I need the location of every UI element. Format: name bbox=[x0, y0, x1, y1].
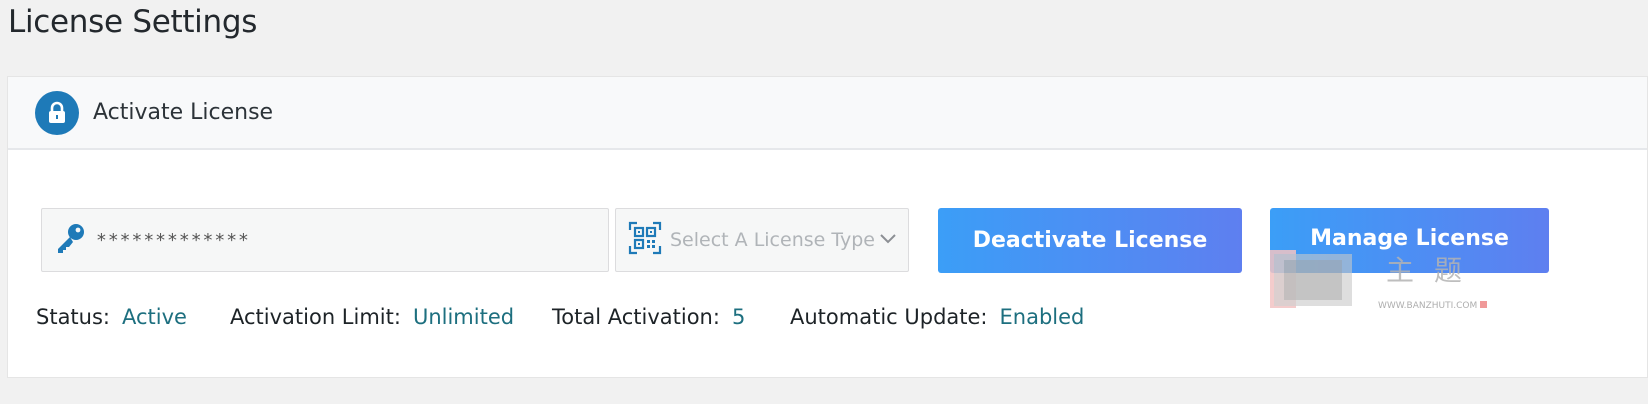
automatic-update-item: Automatic Update: Enabled bbox=[790, 305, 1084, 329]
card-header: Activate License bbox=[8, 77, 1647, 150]
status-label: Status: bbox=[36, 305, 110, 329]
status-value: Active bbox=[122, 305, 187, 329]
page-title: License Settings bbox=[8, 4, 258, 40]
qr-code-icon bbox=[628, 221, 662, 260]
license-card: Activate License ************* Select A … bbox=[7, 76, 1648, 378]
chevron-down-icon bbox=[880, 231, 896, 249]
automatic-update-value: Enabled bbox=[999, 305, 1085, 329]
license-status-row: Status: Active Activation Limit: Unlimit… bbox=[36, 305, 1084, 329]
watermark-text: WWW.BANZHUTI.COM bbox=[1378, 301, 1477, 311]
svg-text:题: 题 bbox=[1434, 254, 1462, 287]
svg-text:主: 主 bbox=[1386, 254, 1414, 287]
activation-limit-value: Unlimited bbox=[412, 305, 515, 329]
watermark-logo: 主 题 WWW.BANZHUTI.COM bbox=[1268, 244, 1488, 314]
license-type-select[interactable]: Select A License Type bbox=[615, 208, 909, 272]
automatic-update-label: Automatic Update: bbox=[790, 305, 988, 329]
deactivate-license-button[interactable]: Deactivate License bbox=[938, 208, 1242, 273]
status-item: Status: Active bbox=[36, 305, 230, 329]
total-activation-value: 5 bbox=[731, 305, 746, 329]
license-key-input[interactable] bbox=[96, 229, 556, 251]
key-icon bbox=[54, 221, 88, 260]
total-activation-item: Total Activation: 5 bbox=[552, 305, 790, 329]
card-title: Activate License bbox=[93, 100, 274, 125]
activation-limit-item: Activation Limit: Unlimited bbox=[230, 305, 552, 329]
total-activation-label: Total Activation: bbox=[552, 305, 720, 329]
lock-icon bbox=[35, 90, 79, 135]
license-key-field[interactable] bbox=[41, 208, 609, 272]
activation-limit-label: Activation Limit: bbox=[230, 305, 401, 329]
license-type-placeholder: Select A License Type bbox=[670, 229, 876, 251]
